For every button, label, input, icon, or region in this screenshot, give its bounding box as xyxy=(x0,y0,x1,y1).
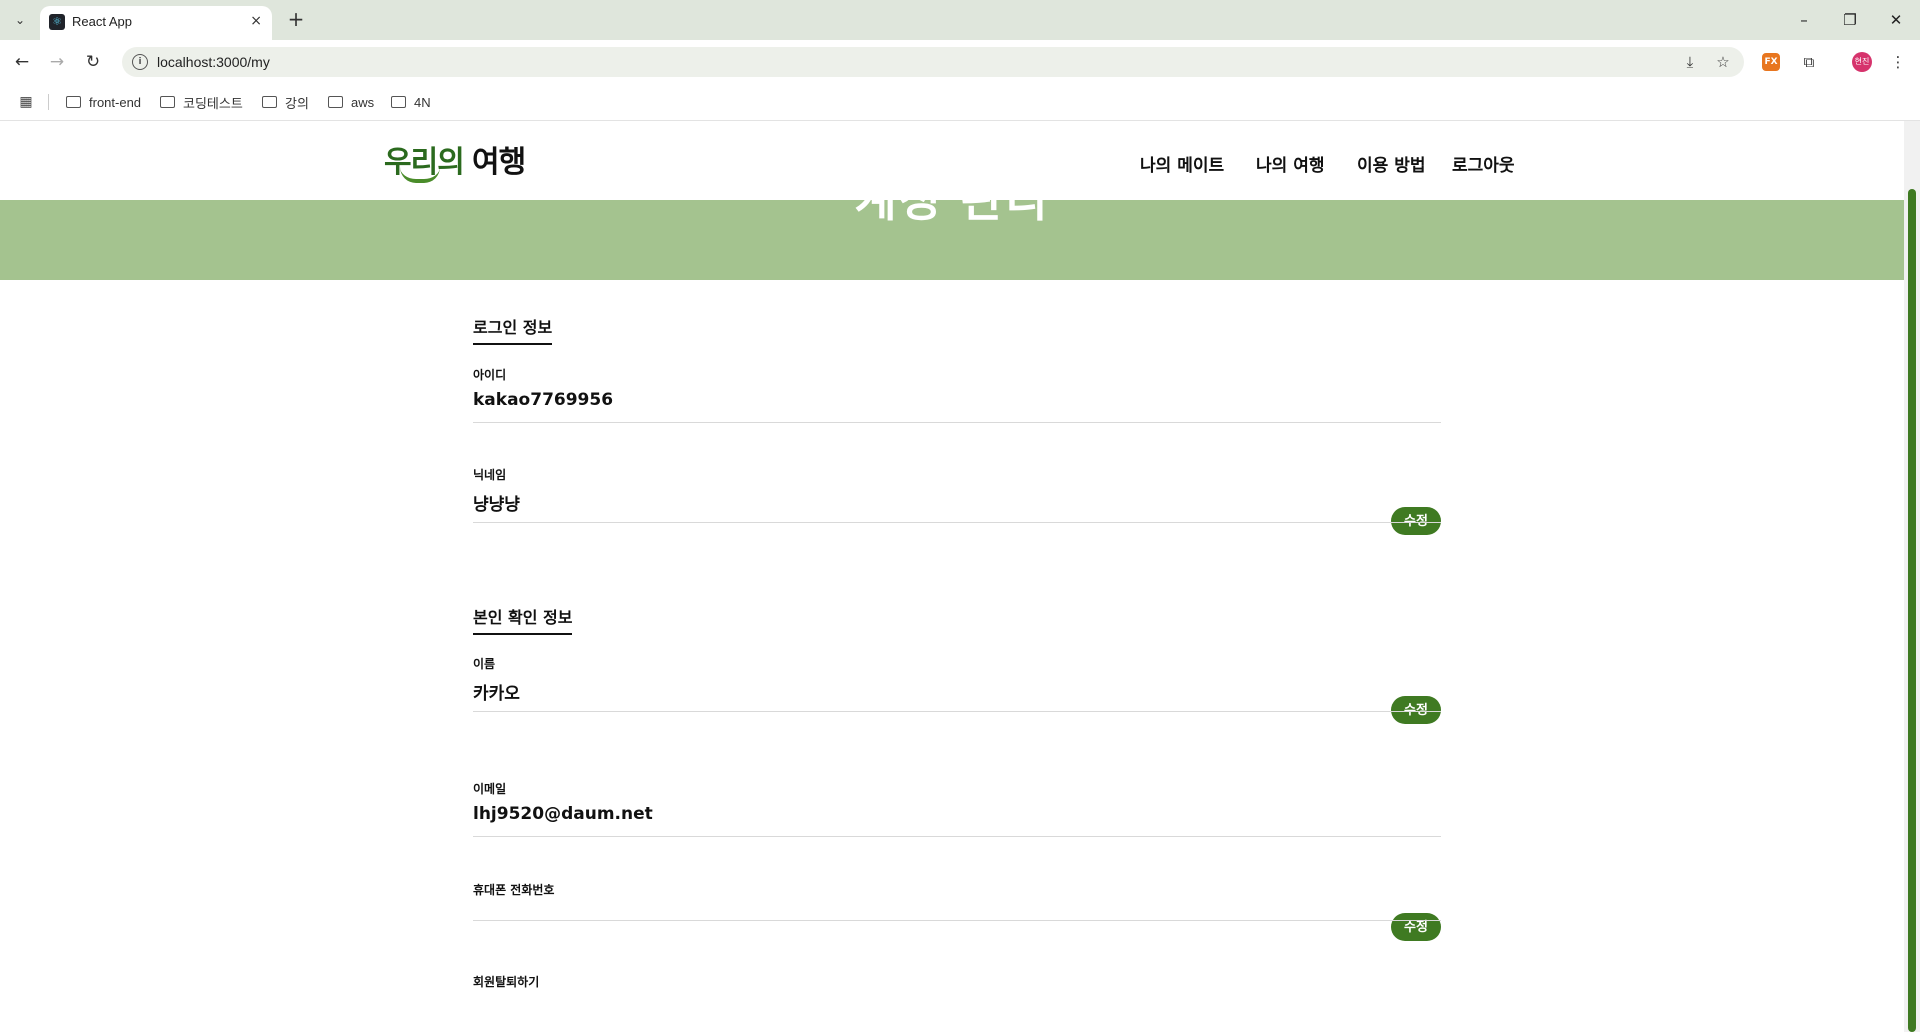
bookmarks-bar: ▦ front-end 코딩테스트 강의 aws 4N xyxy=(0,84,1920,121)
edit-name-button[interactable]: 수정 xyxy=(1391,696,1441,724)
bookmark-4n[interactable]: 4N xyxy=(391,93,431,111)
edit-nickname-button[interactable]: 수정 xyxy=(1391,507,1441,535)
nickname-value: 냥냥냥 xyxy=(473,495,520,515)
bookmark-label: 4N xyxy=(414,94,431,110)
reload-icon[interactable]: ↻ xyxy=(81,50,105,74)
nav-logout[interactable]: 로그아웃 xyxy=(1452,151,1515,176)
field-divider xyxy=(473,522,1441,523)
browser-tab-active[interactable]: ⚛ React App × xyxy=(40,6,272,40)
bookmark-label: aws xyxy=(351,94,375,110)
name-label: 이름 xyxy=(473,657,496,671)
fx-extension-icon[interactable]: FX xyxy=(1762,53,1780,71)
field-divider xyxy=(473,711,1441,712)
bookmark-aws[interactable]: aws xyxy=(328,93,374,111)
profile-avatar[interactable]: 현진 xyxy=(1852,52,1872,72)
address-bar[interactable]: i localhost:3000/my ⤓ ☆ xyxy=(122,47,1744,77)
browser-menu-icon[interactable]: ⋮ xyxy=(1886,50,1910,74)
name-value: 카카오 xyxy=(473,684,520,704)
field-divider xyxy=(473,920,1441,921)
hero-banner: 계정 관리 xyxy=(0,200,1904,280)
withdraw-link[interactable]: 회원탈퇴하기 xyxy=(473,973,539,990)
window-close-icon[interactable]: ✕ xyxy=(1884,8,1908,32)
tab-close-icon[interactable]: × xyxy=(250,13,262,29)
nav-my-trip[interactable]: 나의 여행 xyxy=(1256,151,1324,176)
page-scrollbar[interactable] xyxy=(1904,121,1920,1032)
email-value: lhj9520@daum.net xyxy=(473,804,653,824)
folder-icon xyxy=(262,96,277,108)
section-title-identity-info: 본인 확인 정보 xyxy=(473,604,573,635)
bookmark-label: 강의 xyxy=(285,95,309,111)
folder-icon xyxy=(160,96,175,108)
extensions-puzzle-icon[interactable]: ⧉ xyxy=(1797,50,1821,74)
address-url[interactable]: localhost:3000/my xyxy=(157,54,270,70)
install-app-icon[interactable]: ⤓ xyxy=(1680,52,1700,72)
page-viewport: 우리의 여행 나의 메이트 나의 여행 이용 방법 로그아웃 계정 관리 로그인… xyxy=(0,121,1920,1032)
bookmark-lecture[interactable]: 강의 xyxy=(262,93,309,111)
back-arrow-icon[interactable]: ← xyxy=(10,50,34,74)
bookmarks-separator xyxy=(48,94,49,110)
folder-icon xyxy=(391,96,406,108)
nav-my-mate[interactable]: 나의 메이트 xyxy=(1140,151,1224,176)
new-tab-button[interactable]: + xyxy=(284,8,308,32)
scrollbar-thumb[interactable] xyxy=(1908,189,1916,1032)
bookmark-label: 코딩테스트 xyxy=(183,95,243,111)
phone-label: 휴대폰 전화번호 xyxy=(473,883,555,897)
bookmark-star-icon[interactable]: ☆ xyxy=(1713,52,1733,72)
nav-how-to-use[interactable]: 이용 방법 xyxy=(1357,151,1425,176)
browser-tab-strip: ⌄ ⚛ React App × + – ❐ ✕ xyxy=(0,0,1920,40)
bookmark-coding-test[interactable]: 코딩테스트 xyxy=(160,93,243,111)
restore-icon[interactable]: ❐ xyxy=(1838,8,1862,32)
minimize-icon[interactable]: – xyxy=(1792,8,1816,32)
email-label: 이메일 xyxy=(473,782,507,796)
forward-arrow-icon[interactable]: → xyxy=(45,50,69,74)
id-label: 아이디 xyxy=(473,368,507,382)
react-icon: ⚛ xyxy=(49,14,65,30)
page-title: 계정 관리 xyxy=(854,200,1050,227)
logo-text-trip: 여행 xyxy=(472,145,526,180)
id-value: kakao7769956 xyxy=(473,390,614,410)
field-divider xyxy=(473,422,1441,423)
edit-phone-button[interactable]: 수정 xyxy=(1391,913,1441,941)
apps-grid-icon[interactable]: ▦ xyxy=(16,92,36,112)
site-info-icon[interactable]: i xyxy=(132,54,148,70)
browser-toolbar: ← → ↻ i localhost:3000/my ⤓ ☆ FX ⧉ 현진 ⋮ xyxy=(0,40,1920,84)
folder-icon xyxy=(328,96,343,108)
folder-icon xyxy=(66,96,81,108)
section-title-login-info: 로그인 정보 xyxy=(473,314,553,345)
tab-title: React App xyxy=(72,14,132,29)
bookmark-front-end[interactable]: front-end xyxy=(66,93,141,111)
tab-search-chevron-icon[interactable]: ⌄ xyxy=(8,8,32,32)
nickname-label: 닉네임 xyxy=(473,468,507,482)
field-divider xyxy=(473,836,1441,837)
bookmark-label: front-end xyxy=(89,94,142,110)
site-header: 우리의 여행 나의 메이트 나의 여행 이용 방법 로그아웃 xyxy=(0,121,1904,200)
